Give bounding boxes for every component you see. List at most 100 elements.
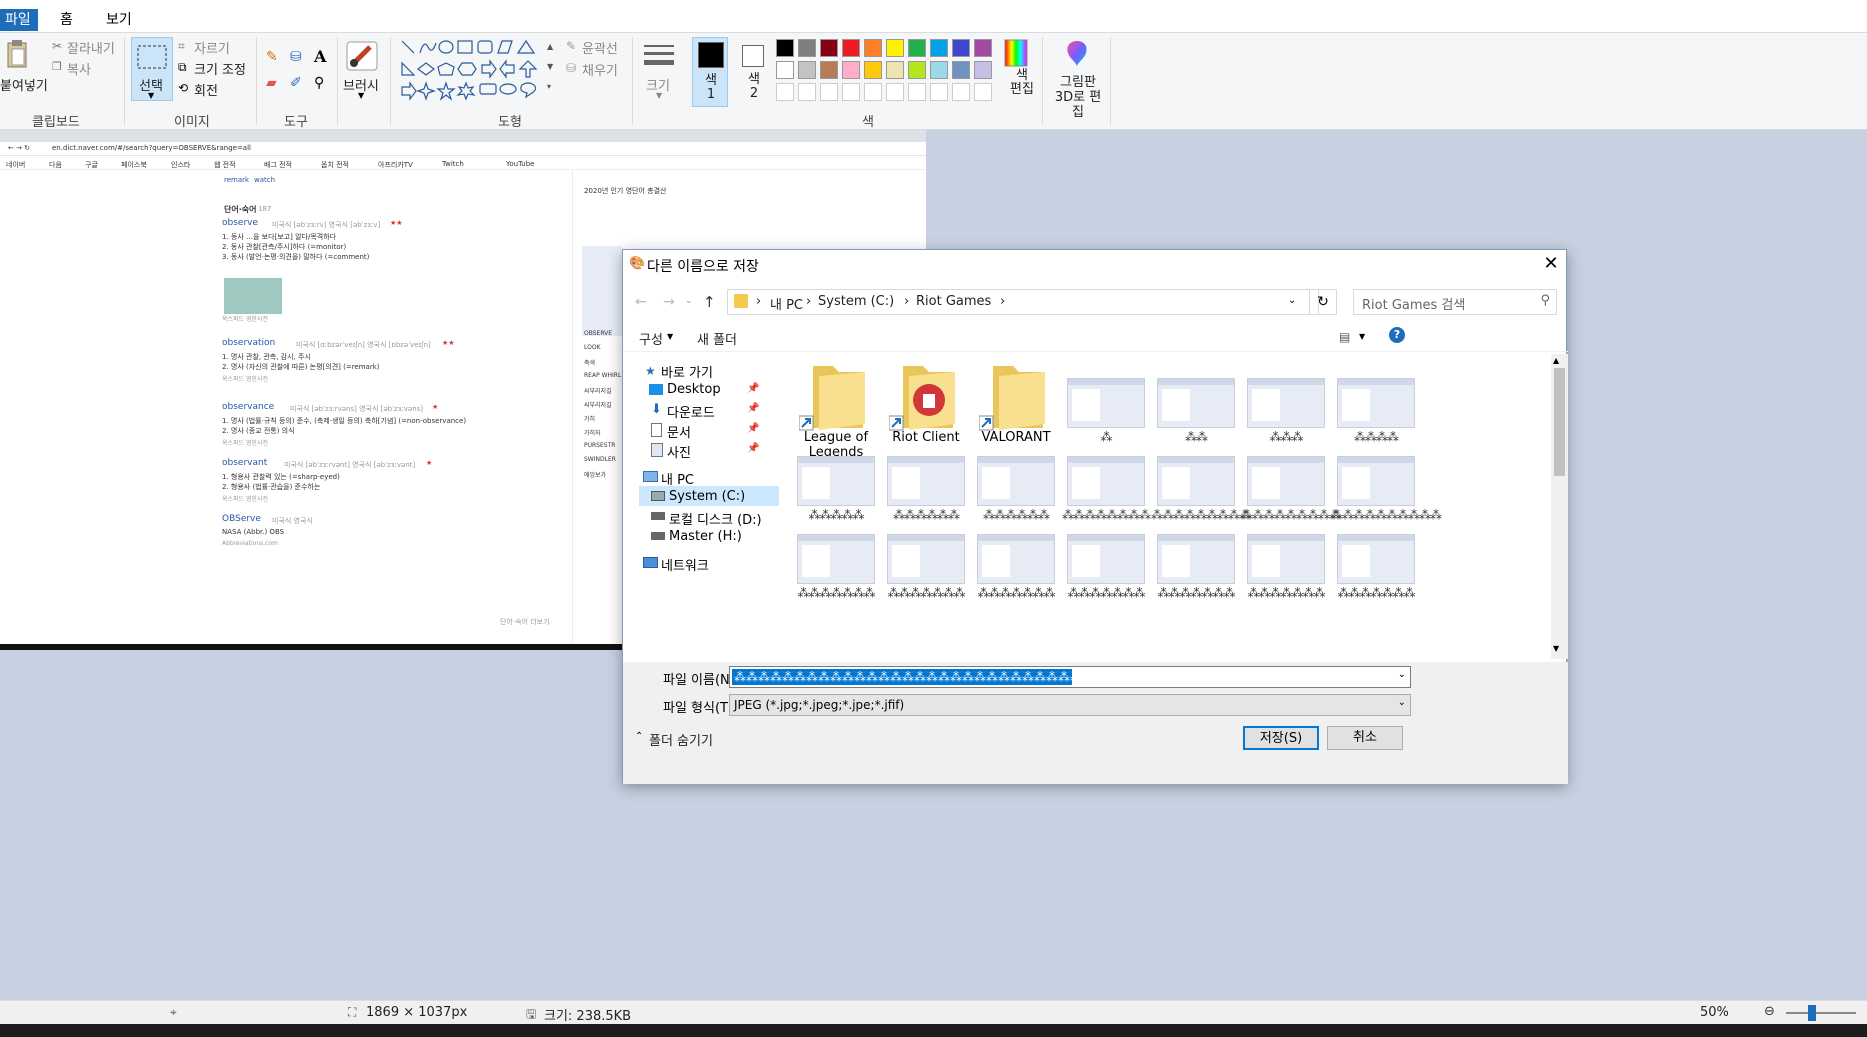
zoom-slider-thumb[interactable]: [1808, 1005, 1816, 1021]
color-swatch[interactable]: [908, 39, 926, 57]
breadcrumb-this-pc[interactable]: 내 PC: [770, 294, 803, 313]
file-name[interactable]: ⁂⁂⁂⁂⁂⁂: [881, 508, 971, 522]
nav-network[interactable]: 네트워크: [661, 555, 709, 574]
chevron-down-icon[interactable]: ▼: [1359, 332, 1365, 341]
nav-master-h[interactable]: Master (H:): [669, 529, 742, 544]
brush-icon[interactable]: [346, 41, 378, 71]
pin-icon[interactable]: 📌: [747, 403, 759, 414]
file-name[interactable]: ⁂⁂⁂⁂⁂: [791, 508, 881, 522]
shapes-scroll[interactable]: ▲ ▼ ▾: [547, 37, 557, 101]
file-name[interactable]: ⁂⁂⁂⁂⁂⁂⁂: [1241, 586, 1331, 600]
back-arrow-icon[interactable]: ←: [635, 294, 647, 310]
color-swatch[interactable]: [886, 39, 904, 57]
filetype-select[interactable]: JPEG (*.jpg;*.jpeg;*.jpe;*.jfif) ⌄: [729, 694, 1411, 716]
pencil-icon[interactable]: ✎: [266, 49, 278, 65]
paint3d-button[interactable]: 그림판 3D로 편집: [1050, 75, 1106, 120]
image-thumbnail[interactable]: [797, 456, 875, 506]
image-thumbnail[interactable]: [977, 456, 1055, 506]
color-swatch[interactable]: [908, 61, 926, 79]
nav-pictures[interactable]: 사진: [667, 442, 691, 461]
color-swatch[interactable]: [842, 39, 860, 57]
zoom-slider[interactable]: [1786, 1012, 1856, 1014]
edit-colors-button[interactable]: 색 편집: [1010, 69, 1034, 97]
nav-documents[interactable]: 문서: [667, 422, 691, 441]
file-name[interactable]: ⁂⁂⁂⁂⁂⁂⁂⁂: [1061, 508, 1151, 522]
help-icon[interactable]: ?: [1389, 327, 1405, 343]
fill-bucket-icon[interactable]: ⛁: [290, 49, 302, 65]
file-name[interactable]: ⁂⁂⁂⁂⁂⁂: [971, 508, 1061, 522]
image-thumbnail[interactable]: [1157, 378, 1235, 428]
color-swatch[interactable]: [930, 83, 948, 101]
recent-chevron-icon[interactable]: ⌄: [685, 296, 693, 306]
color-swatch[interactable]: [908, 83, 926, 101]
clipboard-icon[interactable]: [6, 39, 28, 69]
shapes-gallery[interactable]: [398, 37, 546, 101]
chevron-down-icon[interactable]: ▼: [656, 91, 662, 100]
color-swatch[interactable]: [820, 83, 838, 101]
image-thumbnail[interactable]: [1247, 456, 1325, 506]
text-icon[interactable]: A: [314, 47, 326, 66]
image-thumbnail[interactable]: [1337, 534, 1415, 584]
image-thumbnail[interactable]: [1067, 378, 1145, 428]
color-swatch[interactable]: [776, 61, 794, 79]
forward-arrow-icon[interactable]: →: [663, 294, 675, 310]
pin-icon[interactable]: 📌: [747, 423, 759, 434]
image-thumbnail[interactable]: [1157, 456, 1235, 506]
file-name[interactable]: ⁂⁂⁂⁂⁂⁂⁂: [881, 586, 971, 600]
eraser-icon[interactable]: ▰: [266, 75, 277, 91]
tab-home[interactable]: 홈: [50, 9, 83, 31]
color-swatch[interactable]: [798, 83, 816, 101]
image-thumbnail[interactable]: [887, 534, 965, 584]
tab-file[interactable]: 파일: [0, 9, 38, 31]
hide-folders-button[interactable]: 폴더 숨기기: [649, 730, 713, 749]
copy-button[interactable]: 복사: [67, 59, 91, 78]
rotate-button[interactable]: 회전: [194, 80, 218, 99]
pin-icon[interactable]: 📌: [747, 443, 759, 454]
file-name[interactable]: ⁂⁂⁂⁂: [1331, 430, 1421, 444]
chevron-down-icon[interactable]: ▼: [358, 91, 364, 100]
scroll-thumb[interactable]: [1554, 368, 1565, 476]
chevron-down-icon[interactable]: ⌄: [1398, 669, 1406, 680]
file-name[interactable]: ⁂⁂⁂⁂⁂⁂⁂: [791, 586, 881, 600]
magnifier-icon[interactable]: ⚲: [314, 75, 324, 91]
filename-input[interactable]: ⁂⁂⁂⁂⁂⁂⁂⁂⁂⁂⁂⁂⁂⁂⁂⁂⁂⁂⁂⁂⁂⁂⁂⁂⁂⁂⁂⁂⁂⁂⁂⁂⁂⁂⁂⁂ ⌄: [729, 666, 1411, 688]
address-bar[interactable]: › 내 PC › System (C:) › Riot Games › ⌄: [727, 289, 1319, 315]
color1-button[interactable]: 색 1: [692, 37, 728, 107]
tab-view[interactable]: 보기: [96, 9, 142, 31]
color-swatch[interactable]: [864, 39, 882, 57]
folder-icon[interactable]: [798, 358, 873, 437]
zoom-out-icon[interactable]: ⊖: [1764, 1004, 1775, 1019]
color-swatch[interactable]: [974, 83, 992, 101]
file-name[interactable]: ⁂⁂⁂⁂⁂⁂⁂: [971, 586, 1061, 600]
color-swatch[interactable]: [842, 61, 860, 79]
file-name[interactable]: ⁂: [1061, 430, 1151, 444]
color-swatch[interactable]: [886, 61, 904, 79]
image-thumbnail[interactable]: [1247, 534, 1325, 584]
chevron-up-icon[interactable]: ⌃: [635, 731, 643, 742]
color-swatch[interactable]: [952, 61, 970, 79]
paint3d-icon[interactable]: [1064, 39, 1090, 67]
outline-button[interactable]: 윤곽선: [582, 38, 618, 57]
cancel-button[interactable]: 취소: [1327, 726, 1403, 750]
color-swatch[interactable]: [864, 61, 882, 79]
edit-colors-icon[interactable]: [1004, 39, 1028, 67]
folder-name[interactable]: VALORANT: [971, 430, 1061, 445]
scroll-down-icon[interactable]: ▼: [1553, 644, 1559, 653]
search-input[interactable]: Riot Games 검색 ⚲: [1353, 289, 1557, 315]
color-swatch[interactable]: [930, 61, 948, 79]
file-name[interactable]: ⁂⁂⁂⁂⁂⁂⁂⁂⁂⁂: [1331, 508, 1442, 522]
image-thumbnail[interactable]: [1067, 534, 1145, 584]
color-swatch[interactable]: [820, 61, 838, 79]
color-swatch[interactable]: [798, 61, 816, 79]
refresh-button[interactable]: ↻: [1309, 289, 1337, 315]
breadcrumb-system-c[interactable]: System (C:): [818, 294, 894, 309]
close-icon[interactable]: ✕: [1541, 253, 1561, 274]
color-swatch[interactable]: [952, 39, 970, 57]
scroll-up-icon[interactable]: ▲: [1553, 356, 1559, 365]
resize-button[interactable]: 크기 조정: [194, 59, 246, 78]
paste-button[interactable]: 붙여넣기: [0, 75, 48, 94]
image-thumbnail[interactable]: [797, 534, 875, 584]
image-thumbnail[interactable]: [1247, 378, 1325, 428]
file-name[interactable]: ⁂⁂⁂⁂⁂⁂⁂: [1061, 586, 1151, 600]
nav-desktop[interactable]: Desktop: [667, 382, 721, 397]
